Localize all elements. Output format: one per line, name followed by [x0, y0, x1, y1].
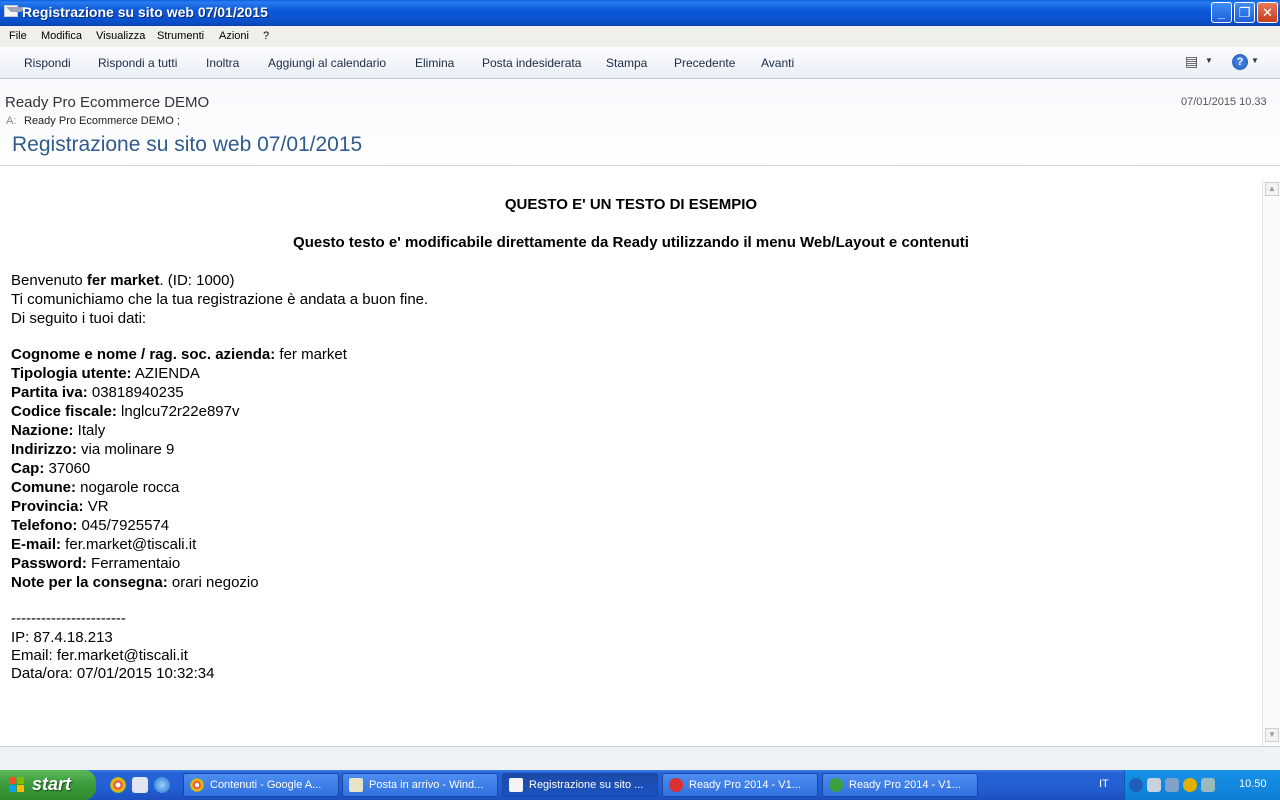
minimize-button[interactable]: _ — [1211, 2, 1232, 23]
menu-file[interactable]: File — [9, 30, 27, 42]
scroll-up-icon[interactable]: ▲ — [1265, 182, 1279, 196]
print-button[interactable]: Stampa — [606, 56, 647, 70]
menu-modifica[interactable]: Modifica — [41, 30, 82, 42]
field-row: Tipologia utente: AZIENDA — [11, 365, 200, 382]
security-icon[interactable] — [1183, 778, 1197, 792]
field-row: Codice fiscale: lnglcu72r22e897v — [11, 403, 240, 420]
readypro-globe-icon — [829, 778, 843, 792]
ie-quicklaunch-icon[interactable] — [154, 777, 170, 793]
message-header: Ready Pro Ecommerce DEMO 07/01/2015 10.3… — [0, 80, 1280, 166]
mail-icon — [349, 778, 363, 792]
field-row: Comune: nogarole rocca — [11, 479, 180, 496]
clock: 10.50 — [1239, 778, 1267, 790]
chevron-down-icon[interactable]: ▼ — [1205, 56, 1213, 65]
menu-azioni[interactable]: Azioni — [219, 30, 249, 42]
field-row: Cognome e nome / rag. soc. azienda: fer … — [11, 346, 347, 363]
help-icon[interactable]: ? — [1232, 54, 1248, 70]
field-row: Telefono: 045/7925574 — [11, 517, 170, 534]
email-line: Email: fer.market@tiscali.it — [11, 647, 188, 664]
chrome-quicklaunch-icon[interactable] — [110, 777, 126, 793]
vertical-scrollbar[interactable]: ▲ ▼ — [1262, 180, 1280, 746]
envelope-icon — [509, 778, 523, 792]
junk-button[interactable]: Posta indesiderata — [482, 56, 581, 70]
body-heading: QUESTO E' UN TESTO DI ESEMPIO — [504, 196, 758, 213]
menu-visualizza[interactable]: Visualizza — [96, 30, 145, 42]
taskbar: start Contenuti - Google A... Posta in a… — [0, 770, 1280, 800]
field-row: Note per la consegna: orari negozio — [11, 574, 259, 591]
body-subheading: Questo testo e' modificabile direttament… — [293, 234, 969, 251]
data-intro-line: Di seguito i tuoi dati: — [11, 310, 147, 327]
reply-button[interactable]: Rispondi — [24, 56, 71, 70]
task-readypro-1[interactable]: Ready Pro 2014 - V1... — [662, 773, 818, 797]
title-bar: Registrazione su sito web 07/01/2015 _ ❐… — [0, 0, 1280, 26]
window-title: Registrazione su sito web 07/01/2015 — [22, 4, 268, 20]
add-calendar-button[interactable]: Aggiungi al calendario — [268, 56, 386, 70]
desktop-quicklaunch-icon[interactable] — [132, 777, 148, 793]
field-row: Nazione: Italy — [11, 422, 106, 439]
task-registration-message[interactable]: Registrazione su sito ... — [502, 773, 658, 797]
delete-button[interactable]: Elimina — [415, 56, 454, 70]
maximize-button[interactable]: ❐ — [1234, 2, 1255, 23]
previous-button[interactable]: Precedente — [674, 56, 735, 70]
sender-name: Ready Pro Ecommerce DEMO — [5, 94, 210, 111]
volume-icon[interactable] — [1201, 778, 1215, 792]
chevron-down-icon[interactable]: ▼ — [1251, 56, 1259, 65]
menu-help[interactable]: ? — [263, 30, 269, 42]
scroll-down-icon[interactable]: ▼ — [1265, 728, 1279, 742]
to-label: A: — [6, 115, 17, 127]
to-recipient[interactable]: Ready Pro Ecommerce DEMO ; — [24, 115, 180, 127]
separator-line: ----------------------- — [11, 610, 126, 627]
menu-bar: File Modifica Visualizza Strumenti Azion… — [0, 26, 1280, 47]
network-icon[interactable] — [1147, 778, 1161, 792]
task-mail-inbox[interactable]: Posta in arrivo - Wind... — [342, 773, 498, 797]
language-indicator[interactable]: IT — [1099, 778, 1109, 790]
menu-strumenti[interactable]: Strumenti — [157, 30, 204, 42]
field-row: Provincia: VR — [11, 498, 109, 515]
datetime-line: Data/ora: 07/01/2015 10:32:34 — [11, 665, 215, 682]
tray-expand-icon[interactable] — [1129, 778, 1143, 792]
field-row: Password: Ferramentaio — [11, 555, 181, 572]
field-row: E-mail: fer.market@tiscali.it — [11, 536, 197, 553]
view-options-icon[interactable]: ▤ — [1185, 53, 1198, 70]
start-button[interactable]: start — [0, 770, 96, 800]
readypro-icon — [669, 778, 683, 792]
field-row: Indirizzo: via molinare 9 — [11, 441, 175, 458]
task-chrome[interactable]: Contenuti - Google A... — [183, 773, 339, 797]
status-bar — [0, 746, 1280, 770]
reply-all-button[interactable]: Rispondi a tutti — [98, 56, 177, 70]
forward-button[interactable]: Inoltra — [206, 56, 239, 70]
windows-logo-icon — [9, 777, 25, 793]
message-body: QUESTO E' UN TESTO DI ESEMPIO Questo tes… — [0, 166, 1262, 746]
toolbar: Rispondi Rispondi a tutti Inoltra Aggiun… — [0, 47, 1280, 79]
ip-line: IP: 87.4.18.213 — [11, 629, 113, 646]
close-button[interactable]: ✕ — [1257, 2, 1278, 23]
message-date: 07/01/2015 10.33 — [1181, 96, 1267, 108]
message-subject: Registrazione su sito web 07/01/2015 — [12, 133, 363, 156]
confirmation-line: Ti comunichiamo che la tua registrazione… — [11, 291, 429, 308]
welcome-line: Benvenuto fer market. (ID: 1000) — [11, 272, 235, 289]
next-button[interactable]: Avanti — [761, 56, 794, 70]
task-readypro-2[interactable]: Ready Pro 2014 - V1... — [822, 773, 978, 797]
safe-remove-icon[interactable] — [1165, 778, 1179, 792]
field-row: Partita iva: 03818940235 — [11, 384, 184, 401]
chrome-icon — [190, 778, 204, 792]
envelope-icon — [4, 5, 26, 17]
field-row: Cap: 37060 — [11, 460, 91, 477]
